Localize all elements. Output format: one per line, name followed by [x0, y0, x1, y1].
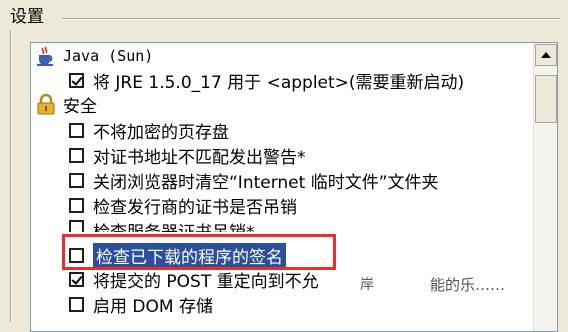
opt4-label: 检查发行商的证书是否吊销	[93, 197, 297, 218]
watermark-prefix: 岸	[360, 277, 374, 293]
checkbox-row-opt5[interactable]: 检查服务器证书吊销*	[69, 218, 255, 232]
security-category: 安全	[35, 93, 97, 117]
java-coffee-cup-icon	[35, 46, 57, 66]
checkbox-row-opt6[interactable]: 检查已下载的程序的签名	[69, 242, 286, 268]
opt5-label: 检查服务器证书吊销*	[93, 218, 255, 232]
checkbox-row-opt3[interactable]: 关闭浏览器时清空“Internet 临时文件”文件夹	[69, 169, 439, 193]
checkbox-row-opt7[interactable]: 将提交的 POST 重定向到不允	[69, 268, 319, 292]
checkbox-row-jre[interactable]: 将 JRE 1.5.0_17 用于 <applet>(需要重新启动)	[69, 69, 465, 93]
watermark-text: 能的乐……	[430, 276, 506, 294]
groupbox-left-border	[10, 30, 12, 322]
java-category: Java (Sun)	[35, 45, 153, 67]
triangle-up-icon	[541, 52, 551, 58]
opt6-checkbox[interactable]	[69, 247, 84, 263]
java-category-label: Java (Sun)	[63, 47, 154, 65]
opt4-checkbox[interactable]	[69, 197, 84, 213]
opt7-label: 将提交的 POST 重定向到不允	[93, 271, 319, 292]
vertical-scrollbar[interactable]	[533, 43, 557, 331]
scroll-up-button[interactable]	[535, 44, 557, 66]
opt3-label: 关闭浏览器时清空“Internet 临时文件”文件夹	[93, 172, 439, 193]
checkbox-row-opt1[interactable]: 不将加密的页存盘	[69, 119, 229, 143]
opt3-checkbox[interactable]	[69, 172, 84, 188]
scroll-thumb[interactable]	[535, 75, 557, 123]
opt1-label: 不将加密的页存盘	[93, 122, 229, 143]
opt8-label: 启用 DOM 存储	[93, 296, 213, 317]
groupbox-top-border	[62, 18, 560, 20]
opt1-checkbox[interactable]	[69, 122, 84, 138]
opt2-label: 对证书地址不匹配发出警告*	[93, 147, 306, 168]
opt7-checkbox[interactable]	[69, 271, 84, 287]
checkbox-row-opt2[interactable]: 对证书地址不匹配发出警告*	[69, 144, 306, 168]
opt2-checkbox[interactable]	[69, 147, 84, 163]
security-category-label: 安全	[63, 96, 97, 117]
jre-checkbox[interactable]	[69, 72, 84, 88]
opt8-checkbox[interactable]	[69, 296, 84, 312]
opt5-checkbox[interactable]	[69, 220, 84, 232]
checkbox-row-opt8[interactable]: 启用 DOM 存储	[69, 293, 213, 317]
padlock-icon	[35, 93, 57, 115]
checkbox-row-opt4[interactable]: 检查发行商的证书是否吊销	[69, 194, 297, 218]
settings-groupbox-label: 设置	[10, 7, 44, 27]
opt6-label: 检查已下载的程序的签名	[93, 242, 286, 268]
jre-option-label: 将 JRE 1.5.0_17 用于 <applet>(需要重新启动)	[93, 72, 465, 93]
